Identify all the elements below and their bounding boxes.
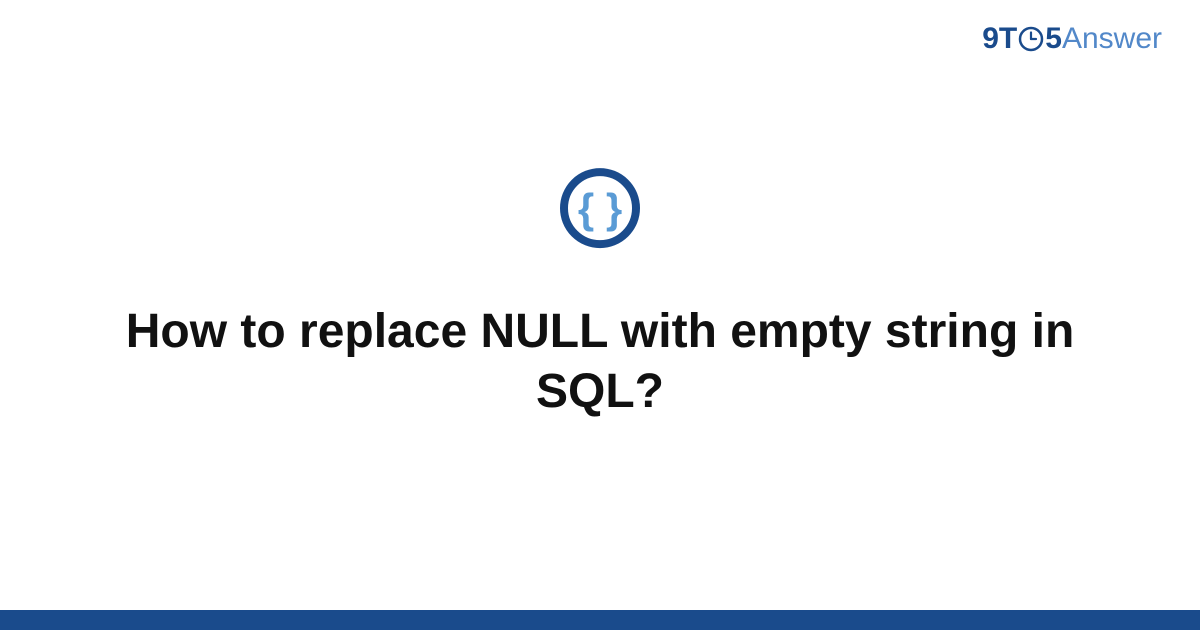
brand-prefix: 9T bbox=[982, 22, 1017, 56]
question-title: How to replace NULL with empty string in… bbox=[110, 302, 1090, 422]
code-braces-icon: { } bbox=[559, 167, 641, 254]
footer-bar bbox=[0, 610, 1200, 630]
clock-icon bbox=[1018, 26, 1044, 52]
svg-text:{ }: { } bbox=[578, 185, 622, 232]
main-content: { } How to replace NULL with empty strin… bbox=[0, 167, 1200, 422]
brand-word: Answer bbox=[1062, 22, 1162, 56]
brand-logo: 9T 5 Answer bbox=[982, 22, 1162, 56]
brand-suffix: 5 bbox=[1045, 22, 1062, 56]
